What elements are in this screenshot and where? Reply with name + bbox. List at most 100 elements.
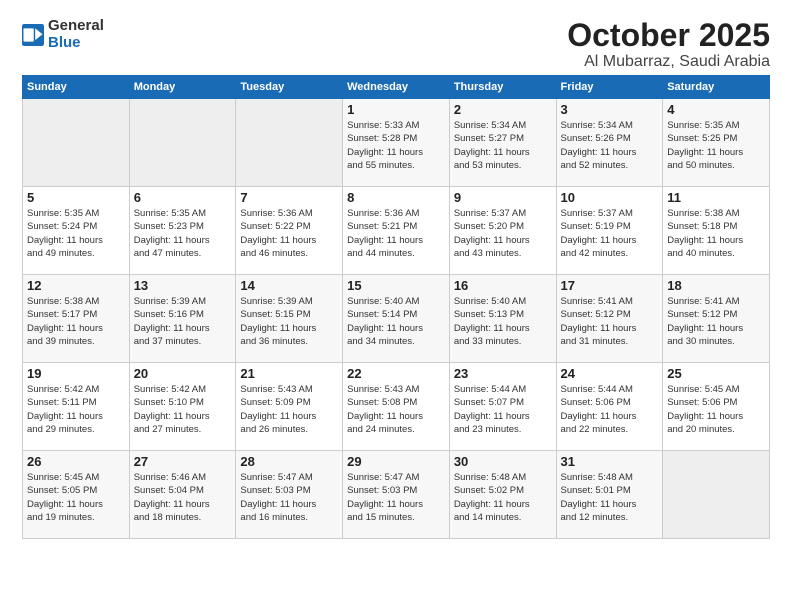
- day-info: Sunrise: 5:35 AM Sunset: 5:25 PM Dayligh…: [667, 119, 765, 172]
- calendar-cell: 8Sunrise: 5:36 AM Sunset: 5:21 PM Daylig…: [343, 187, 450, 275]
- calendar-cell: 20 Sunrise: 5:42 AM Sunset: 5:10 PM Dayli…: [129, 363, 236, 451]
- calendar-body: 1 Sunrise: 5:33 AM Sunset: 5:28 PM Daylig…: [23, 99, 770, 539]
- calendar-cell: 3 Sunrise: 5:34 AM Sunset: 5:26 PM Daylig…: [556, 99, 663, 187]
- calendar-cell: 17Sunrise: 5:41 AM Sunset: 5:12 PM Dayli…: [556, 275, 663, 363]
- col-thursday: Thursday: [449, 76, 556, 99]
- day-info: Sunrise: 5:39 AM Sunset: 5:16 PM Dayligh…: [134, 295, 232, 348]
- calendar-cell: 12Sunrise: 5:38 AM Sunset: 5:17 PM Dayli…: [23, 275, 130, 363]
- calendar-cell: 30Sunrise: 5:48 AM Sunset: 5:02 PM Dayli…: [449, 451, 556, 539]
- calendar-cell: 22 Sunrise: 5:43 AM Sunset: 5:08 PM Dayli…: [343, 363, 450, 451]
- calendar-cell: 25Sunrise: 5:45 AM Sunset: 5:06 PM Dayli…: [663, 363, 770, 451]
- calendar-cell: 26Sunrise: 5:45 AM Sunset: 5:05 PM Dayli…: [23, 451, 130, 539]
- col-saturday: Saturday: [663, 76, 770, 99]
- day-info: Sunrise: 5:39 AM Sunset: 5:15 PM Dayligh…: [240, 295, 338, 348]
- day-number: 11: [667, 190, 765, 205]
- calendar-cell: 31Sunrise: 5:48 AM Sunset: 5:01 PM Dayli…: [556, 451, 663, 539]
- day-info: Sunrise: 5:37 AM Sunset: 5:20 PM Dayligh…: [454, 207, 552, 260]
- day-number: 28: [240, 454, 338, 469]
- logo-text: General Blue: [48, 18, 104, 51]
- day-info: Sunrise: 5:40 AM Sunset: 5:13 PM Dayligh…: [454, 295, 552, 348]
- day-number: 10: [561, 190, 659, 205]
- day-info: Sunrise: 5:40 AM Sunset: 5:14 PM Dayligh…: [347, 295, 445, 348]
- calendar-cell: 10Sunrise: 5:37 AM Sunset: 5:19 PM Dayli…: [556, 187, 663, 275]
- calendar-table: Sunday Monday Tuesday Wednesday Thursday…: [22, 75, 770, 539]
- day-number: 24: [561, 366, 659, 381]
- calendar-week-3: 12Sunrise: 5:38 AM Sunset: 5:17 PM Dayli…: [23, 275, 770, 363]
- day-number: 21: [240, 366, 338, 381]
- day-number: 22: [347, 366, 445, 381]
- calendar-cell: 21 Sunrise: 5:43 AM Sunset: 5:09 PM Dayli…: [236, 363, 343, 451]
- calendar-cell: 27 Sunrise: 5:46 AM Sunset: 5:04 PM Dayli…: [129, 451, 236, 539]
- col-sunday: Sunday: [23, 76, 130, 99]
- calendar-cell: [663, 451, 770, 539]
- month-title: October 2025: [567, 18, 770, 53]
- day-info: Sunrise: 5:44 AM Sunset: 5:07 PM Dayligh…: [454, 383, 552, 436]
- day-info: Sunrise: 5:41 AM Sunset: 5:12 PM Dayligh…: [667, 295, 765, 348]
- day-number: 15: [347, 278, 445, 293]
- calendar-cell: 13Sunrise: 5:39 AM Sunset: 5:16 PM Dayli…: [129, 275, 236, 363]
- calendar-cell: 1 Sunrise: 5:33 AM Sunset: 5:28 PM Daylig…: [343, 99, 450, 187]
- day-info: Sunrise: 5:47 AM Sunset: 5:03 PM Dayligh…: [347, 471, 445, 524]
- day-info: Sunrise: 5:35 AM Sunset: 5:24 PM Dayligh…: [27, 207, 125, 260]
- day-info: Sunrise: 5:34 AM Sunset: 5:26 PM Dayligh…: [561, 119, 659, 172]
- calendar-week-5: 26Sunrise: 5:45 AM Sunset: 5:05 PM Dayli…: [23, 451, 770, 539]
- calendar-header: Sunday Monday Tuesday Wednesday Thursday…: [23, 76, 770, 99]
- calendar-cell: [23, 99, 130, 187]
- day-number: 12: [27, 278, 125, 293]
- day-number: 14: [240, 278, 338, 293]
- day-info: Sunrise: 5:34 AM Sunset: 5:27 PM Dayligh…: [454, 119, 552, 172]
- calendar-cell: 16Sunrise: 5:40 AM Sunset: 5:13 PM Dayli…: [449, 275, 556, 363]
- day-number: 6: [134, 190, 232, 205]
- logo-general: General: [48, 18, 104, 35]
- day-info: Sunrise: 5:44 AM Sunset: 5:06 PM Dayligh…: [561, 383, 659, 436]
- day-number: 9: [454, 190, 552, 205]
- day-info: Sunrise: 5:36 AM Sunset: 5:22 PM Dayligh…: [240, 207, 338, 260]
- header: General Blue October 2025 Al Mubarraz, S…: [22, 18, 770, 71]
- day-number: 17: [561, 278, 659, 293]
- col-tuesday: Tuesday: [236, 76, 343, 99]
- day-info: Sunrise: 5:48 AM Sunset: 5:01 PM Dayligh…: [561, 471, 659, 524]
- calendar-cell: [236, 99, 343, 187]
- day-number: 7: [240, 190, 338, 205]
- day-info: Sunrise: 5:42 AM Sunset: 5:10 PM Dayligh…: [134, 383, 232, 436]
- day-info: Sunrise: 5:35 AM Sunset: 5:23 PM Dayligh…: [134, 207, 232, 260]
- day-info: Sunrise: 5:36 AM Sunset: 5:21 PM Dayligh…: [347, 207, 445, 260]
- logo-blue: Blue: [48, 35, 104, 52]
- calendar-cell: 19 Sunrise: 5:42 AM Sunset: 5:11 PM Dayli…: [23, 363, 130, 451]
- day-info: Sunrise: 5:46 AM Sunset: 5:04 PM Dayligh…: [134, 471, 232, 524]
- day-info: Sunrise: 5:42 AM Sunset: 5:11 PM Dayligh…: [27, 383, 125, 436]
- location-title: Al Mubarraz, Saudi Arabia: [567, 53, 770, 71]
- day-number: 3: [561, 102, 659, 117]
- calendar-week-1: 1 Sunrise: 5:33 AM Sunset: 5:28 PM Daylig…: [23, 99, 770, 187]
- col-monday: Monday: [129, 76, 236, 99]
- calendar-cell: 18Sunrise: 5:41 AM Sunset: 5:12 PM Dayli…: [663, 275, 770, 363]
- calendar-cell: 9 Sunrise: 5:37 AM Sunset: 5:20 PM Daylig…: [449, 187, 556, 275]
- logo-icon: [22, 24, 44, 46]
- calendar-cell: 11 Sunrise: 5:38 AM Sunset: 5:18 PM Dayli…: [663, 187, 770, 275]
- calendar-cell: 23 Sunrise: 5:44 AM Sunset: 5:07 PM Dayli…: [449, 363, 556, 451]
- day-info: Sunrise: 5:33 AM Sunset: 5:28 PM Dayligh…: [347, 119, 445, 172]
- day-number: 30: [454, 454, 552, 469]
- day-number: 4: [667, 102, 765, 117]
- day-number: 27: [134, 454, 232, 469]
- day-number: 5: [27, 190, 125, 205]
- day-info: Sunrise: 5:43 AM Sunset: 5:09 PM Dayligh…: [240, 383, 338, 436]
- calendar-cell: 7 Sunrise: 5:36 AM Sunset: 5:22 PM Daylig…: [236, 187, 343, 275]
- calendar-cell: 5 Sunrise: 5:35 AM Sunset: 5:24 PM Daylig…: [23, 187, 130, 275]
- day-number: 20: [134, 366, 232, 381]
- logo: General Blue: [22, 18, 104, 51]
- calendar-cell: 28 Sunrise: 5:47 AM Sunset: 5:03 PM Dayli…: [236, 451, 343, 539]
- calendar-cell: 15 Sunrise: 5:40 AM Sunset: 5:14 PM Dayli…: [343, 275, 450, 363]
- title-block: October 2025 Al Mubarraz, Saudi Arabia: [567, 18, 770, 71]
- day-number: 23: [454, 366, 552, 381]
- day-number: 25: [667, 366, 765, 381]
- calendar-cell: 2Sunrise: 5:34 AM Sunset: 5:27 PM Daylig…: [449, 99, 556, 187]
- day-number: 1: [347, 102, 445, 117]
- calendar-cell: 14 Sunrise: 5:39 AM Sunset: 5:15 PM Dayli…: [236, 275, 343, 363]
- day-info: Sunrise: 5:43 AM Sunset: 5:08 PM Dayligh…: [347, 383, 445, 436]
- day-info: Sunrise: 5:47 AM Sunset: 5:03 PM Dayligh…: [240, 471, 338, 524]
- day-info: Sunrise: 5:38 AM Sunset: 5:18 PM Dayligh…: [667, 207, 765, 260]
- day-number: 19: [27, 366, 125, 381]
- calendar-week-2: 5 Sunrise: 5:35 AM Sunset: 5:24 PM Daylig…: [23, 187, 770, 275]
- day-info: Sunrise: 5:45 AM Sunset: 5:05 PM Dayligh…: [27, 471, 125, 524]
